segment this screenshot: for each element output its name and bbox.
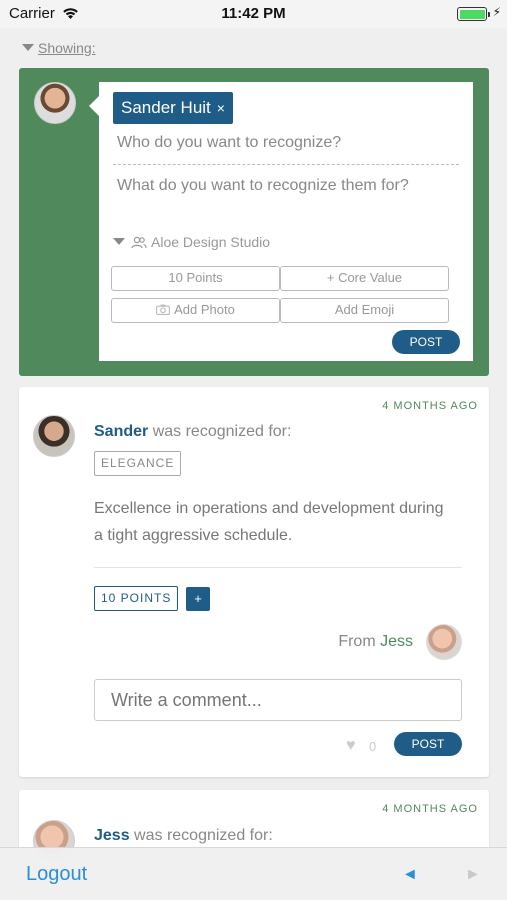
heart-icon[interactable]: ♥	[346, 737, 356, 755]
like-count: 0	[369, 739, 377, 754]
comment-input[interactable]	[94, 679, 462, 721]
showing-label: Showing:	[38, 40, 96, 56]
recognition-headline: Sander was recognized for:	[94, 423, 291, 441]
recipient-link[interactable]: Jess	[94, 827, 130, 844]
avatar[interactable]	[426, 624, 462, 660]
compose-card: Sander Huit × Who do you want to recogniz…	[89, 82, 473, 361]
camera-icon	[156, 304, 171, 315]
divider	[113, 164, 459, 165]
group-icon	[131, 236, 147, 249]
clock: 11:42 PM	[221, 5, 286, 22]
recipient-link[interactable]: Sander	[94, 423, 148, 440]
reason-input[interactable]: What do you want to recognize them for?	[117, 177, 457, 195]
forward-arrow-icon[interactable]: ►	[465, 866, 481, 884]
sender-link[interactable]: Jess	[380, 633, 413, 650]
logout-button[interactable]: Logout	[26, 863, 87, 886]
recognition-headline: Jess was recognized for:	[94, 827, 273, 845]
group-selector[interactable]: Aloe Design Studio	[113, 234, 270, 250]
post-button[interactable]: POST	[392, 330, 460, 354]
add-points-button[interactable]: +	[186, 587, 210, 611]
group-label: Aloe Design Studio	[151, 234, 271, 250]
avatar	[34, 82, 76, 124]
recipient-chip[interactable]: Sander Huit ×	[113, 92, 233, 124]
compose-panel: Sander Huit × Who do you want to recogniz…	[19, 68, 489, 376]
core-value-tag: ELEGANCE	[94, 451, 182, 476]
points-button[interactable]: 10 Points	[111, 266, 280, 291]
bottom-toolbar: Logout ◄ ►	[0, 847, 507, 900]
showing-filter[interactable]: Showing:	[22, 40, 96, 56]
avatar[interactable]	[33, 415, 75, 457]
back-arrow-icon[interactable]: ◄	[402, 866, 418, 884]
timestamp: 4 MONTHS AGO	[382, 400, 478, 412]
chevron-down-icon	[22, 44, 34, 51]
from-line: From Jess	[338, 633, 413, 651]
add-photo-button[interactable]: Add Photo	[111, 298, 280, 323]
timestamp: 4 MONTHS AGO	[382, 803, 478, 815]
core-value-button[interactable]: + Core Value	[280, 266, 449, 291]
recognition-card: 4 MONTHS AGO Sander was recognized for: …	[19, 387, 489, 777]
battery-icon	[457, 7, 490, 21]
recognition-description: Excellence in operations and development…	[94, 500, 444, 544]
add-emoji-button[interactable]: Add Emoji	[280, 298, 449, 323]
charging-icon: ⚡	[492, 5, 501, 19]
recognized-text: was recognized for:	[134, 827, 273, 844]
recipient-chip-label: Sander Huit	[121, 98, 211, 117]
points-badge: 10 POINTS	[94, 586, 179, 611]
from-label: From	[338, 633, 376, 650]
status-bar: Carrier 11:42 PM ⚡	[0, 0, 507, 28]
divider	[94, 567, 462, 568]
recipient-input[interactable]: Who do you want to recognize?	[117, 134, 457, 152]
close-icon[interactable]: ×	[217, 100, 225, 116]
chevron-down-icon	[113, 238, 125, 245]
recognized-text: was recognized for:	[152, 423, 292, 440]
add-photo-label: Add Photo	[174, 302, 235, 317]
post-comment-button[interactable]: POST	[394, 732, 462, 756]
